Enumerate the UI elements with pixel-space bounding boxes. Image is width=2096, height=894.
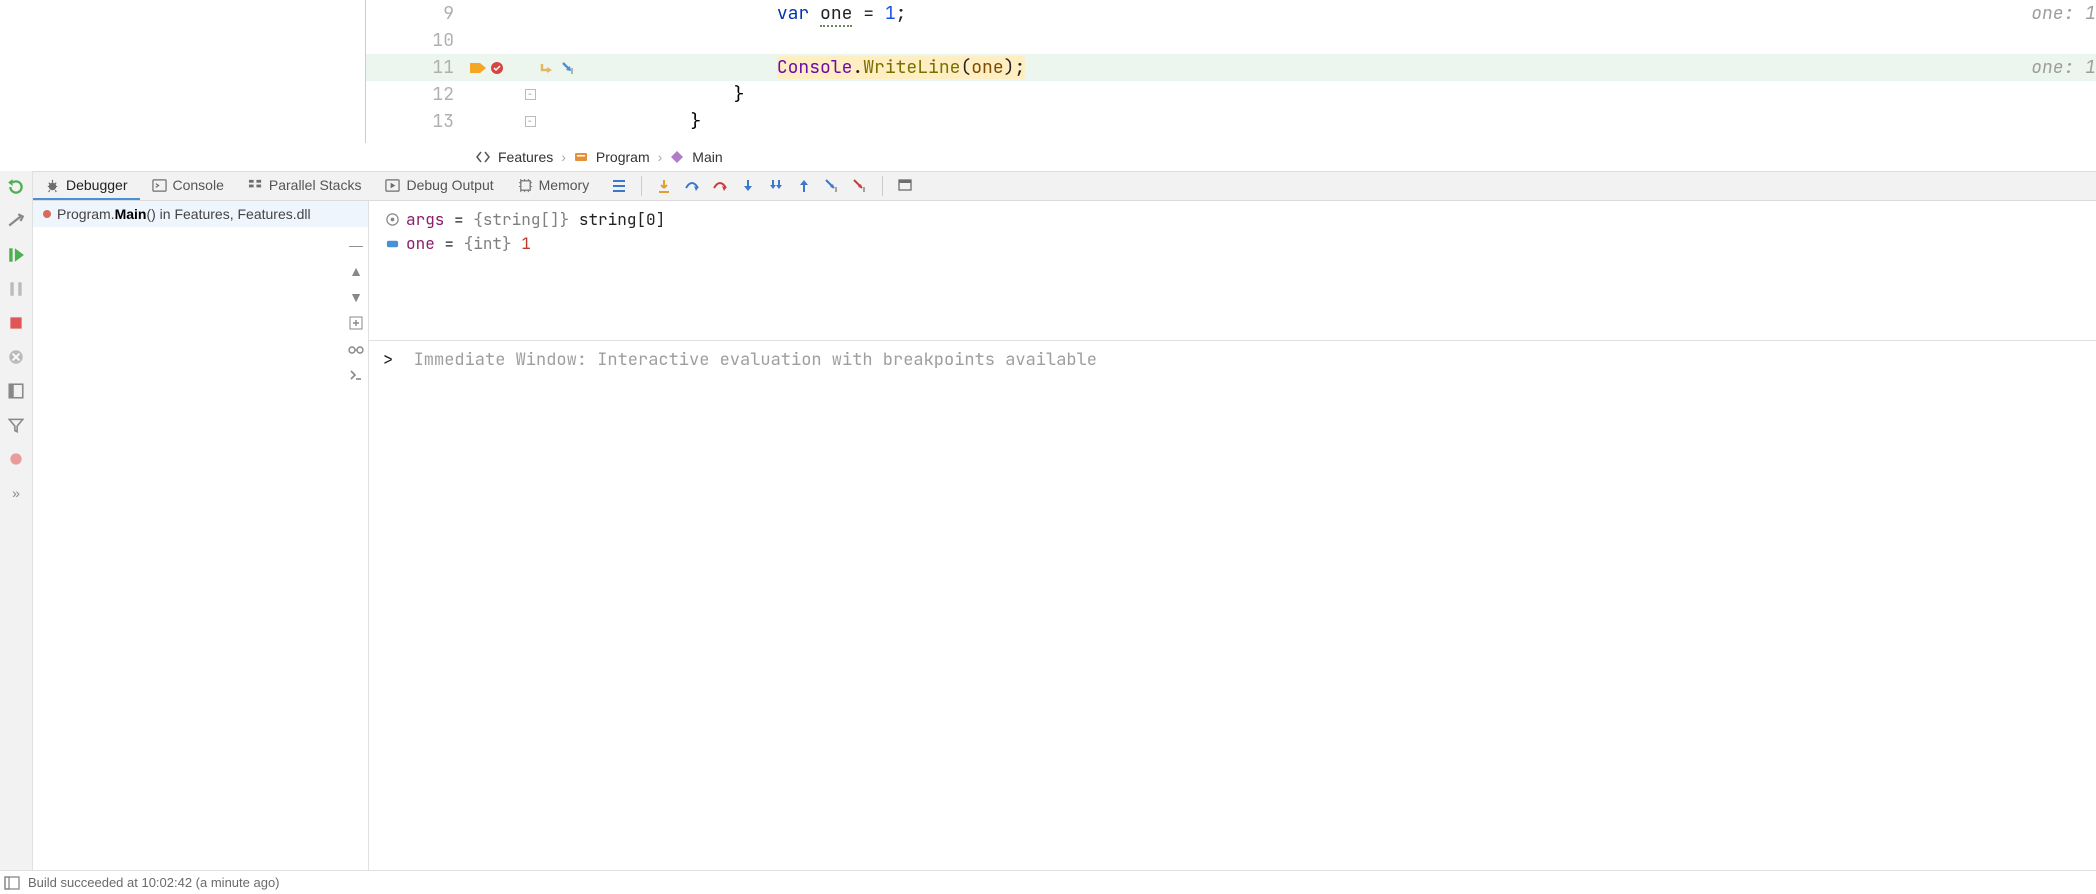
- debug-toolbar: Debugger Console Parallel Stacks Debug O…: [33, 171, 2096, 201]
- fold-handle[interactable]: −: [522, 89, 538, 100]
- tab-label: Debug Output: [406, 177, 493, 193]
- tab-label: Console: [173, 177, 224, 193]
- breadcrumb-item[interactable]: Features: [498, 149, 553, 165]
- step-into-inline-icon: [560, 60, 576, 76]
- breadcrumb-item[interactable]: Main: [692, 149, 722, 165]
- down-arrow-icon[interactable]: ▼: [345, 286, 367, 308]
- step-out-icon[interactable]: [796, 178, 812, 194]
- local-var-icon: [385, 236, 400, 251]
- immediate-placeholder: Immediate Window: Interactive evaluation…: [414, 349, 1097, 371]
- mute-breakpoints-button[interactable]: [3, 446, 29, 472]
- tab-label: Debugger: [66, 177, 128, 193]
- inlay-hint: one: 1: [2001, 0, 2096, 27]
- code-line[interactable]: 10: [366, 27, 2096, 54]
- status-bar: Build succeeded at 10:02:42 (a minute ag…: [0, 870, 2096, 894]
- class-icon: [574, 150, 588, 164]
- chevron-right-icon: ›: [658, 149, 663, 165]
- frames-mini-toolbar: — ▲ ▼: [343, 234, 369, 386]
- code-line[interactable]: 9 var one = 1;one: 1: [366, 0, 2096, 27]
- frame-indicator-icon: [43, 210, 51, 218]
- thread-list-icon[interactable]: [611, 178, 627, 194]
- line-number: 13: [366, 108, 462, 135]
- glasses-icon[interactable]: [345, 338, 367, 360]
- more-button[interactable]: »: [3, 480, 29, 506]
- code-text[interactable]: }: [604, 81, 2096, 108]
- tab-memory[interactable]: Memory: [506, 172, 602, 200]
- tab-debugger[interactable]: Debugger: [33, 172, 140, 200]
- code-text[interactable]: Console.WriteLine(one);: [604, 54, 2001, 81]
- run-to-cursor-icon[interactable]: [824, 178, 840, 194]
- variable-row[interactable]: args = {string[]} string[0]: [385, 207, 2080, 231]
- step-return-icon: [538, 60, 554, 76]
- param-icon: [385, 212, 400, 227]
- code-text[interactable]: var one = 1;: [604, 0, 2001, 27]
- method-icon: [670, 150, 684, 164]
- variables-panel[interactable]: args = {string[]} string[0] one = {int} …: [369, 201, 2096, 341]
- stop-button[interactable]: [3, 310, 29, 336]
- force-run-to-cursor-icon[interactable]: [852, 178, 868, 194]
- tab-debug-output[interactable]: Debug Output: [373, 172, 505, 200]
- evaluate-expression-icon[interactable]: [897, 178, 913, 194]
- tab-label: Memory: [539, 177, 590, 193]
- debug-left-sidebar: »: [0, 171, 33, 870]
- close-button[interactable]: [3, 344, 29, 370]
- inlay-hint: one: 1: [2001, 54, 2096, 81]
- fold-handle[interactable]: −: [522, 116, 538, 127]
- line-number: 10: [366, 27, 462, 54]
- line-number: 12: [366, 81, 462, 108]
- code-line[interactable]: 13 − }: [366, 108, 2096, 135]
- memory-icon: [518, 178, 533, 193]
- editor-left-gutter: [0, 0, 366, 143]
- step-into-icon[interactable]: [740, 178, 756, 194]
- add-watch-icon[interactable]: [345, 312, 367, 334]
- output-icon: [385, 178, 400, 193]
- pause-button[interactable]: [3, 276, 29, 302]
- line-number: 11: [366, 54, 462, 81]
- rerun-button[interactable]: [3, 174, 29, 200]
- smart-step-into-icon[interactable]: [768, 178, 784, 194]
- tab-console[interactable]: Console: [140, 172, 236, 200]
- force-step-over-icon[interactable]: [712, 178, 728, 194]
- resume-button[interactable]: [3, 242, 29, 268]
- breakpoint-icon[interactable]: [490, 61, 504, 75]
- tab-label: Parallel Stacks: [269, 177, 362, 193]
- code-text[interactable]: }: [604, 108, 2096, 135]
- immediate-window[interactable]: > Immediate Window: Interactive evaluati…: [369, 341, 2096, 870]
- breadcrumb-item[interactable]: Program: [596, 149, 650, 165]
- status-text: Build succeeded at 10:02:42 (a minute ag…: [28, 875, 280, 890]
- chevron-right-icon: ›: [561, 149, 566, 165]
- layout-button[interactable]: [3, 378, 29, 404]
- frames-panel: Program.Main() in Features, Features.dll: [33, 201, 369, 870]
- show-execution-point-icon[interactable]: [656, 178, 672, 194]
- prompt-icon: >: [383, 349, 393, 371]
- code-line[interactable]: 12 − }: [366, 81, 2096, 108]
- execution-pointer-icon: [470, 61, 486, 75]
- code-icon: [476, 150, 490, 164]
- breadcrumb[interactable]: Features › Program › Main: [366, 143, 2096, 171]
- bug-icon: [45, 178, 60, 193]
- console-icon: [152, 178, 167, 193]
- editor-area: 9 var one = 1;one: 11011 Console.WriteLi…: [0, 0, 2096, 143]
- frame-text: Program.Main() in Features, Features.dll: [57, 206, 311, 222]
- code-line[interactable]: 11 Console.WriteLine(one);one: 1: [366, 54, 2096, 81]
- stack-frame[interactable]: Program.Main() in Features, Features.dll: [33, 201, 368, 227]
- code-editor[interactable]: 9 var one = 1;one: 11011 Console.WriteLi…: [366, 0, 2096, 143]
- terminal-icon[interactable]: [345, 364, 367, 386]
- stacks-icon: [248, 178, 263, 193]
- tab-parallel-stacks[interactable]: Parallel Stacks: [236, 172, 374, 200]
- variable-row[interactable]: one = {int} 1: [385, 231, 2080, 255]
- settings-button[interactable]: [3, 208, 29, 234]
- filter-button[interactable]: [3, 412, 29, 438]
- step-over-icon[interactable]: [684, 178, 700, 194]
- panel-icon[interactable]: [4, 876, 20, 890]
- line-number: 9: [366, 0, 462, 27]
- collapse-icon[interactable]: —: [345, 234, 367, 256]
- up-arrow-icon[interactable]: ▲: [345, 260, 367, 282]
